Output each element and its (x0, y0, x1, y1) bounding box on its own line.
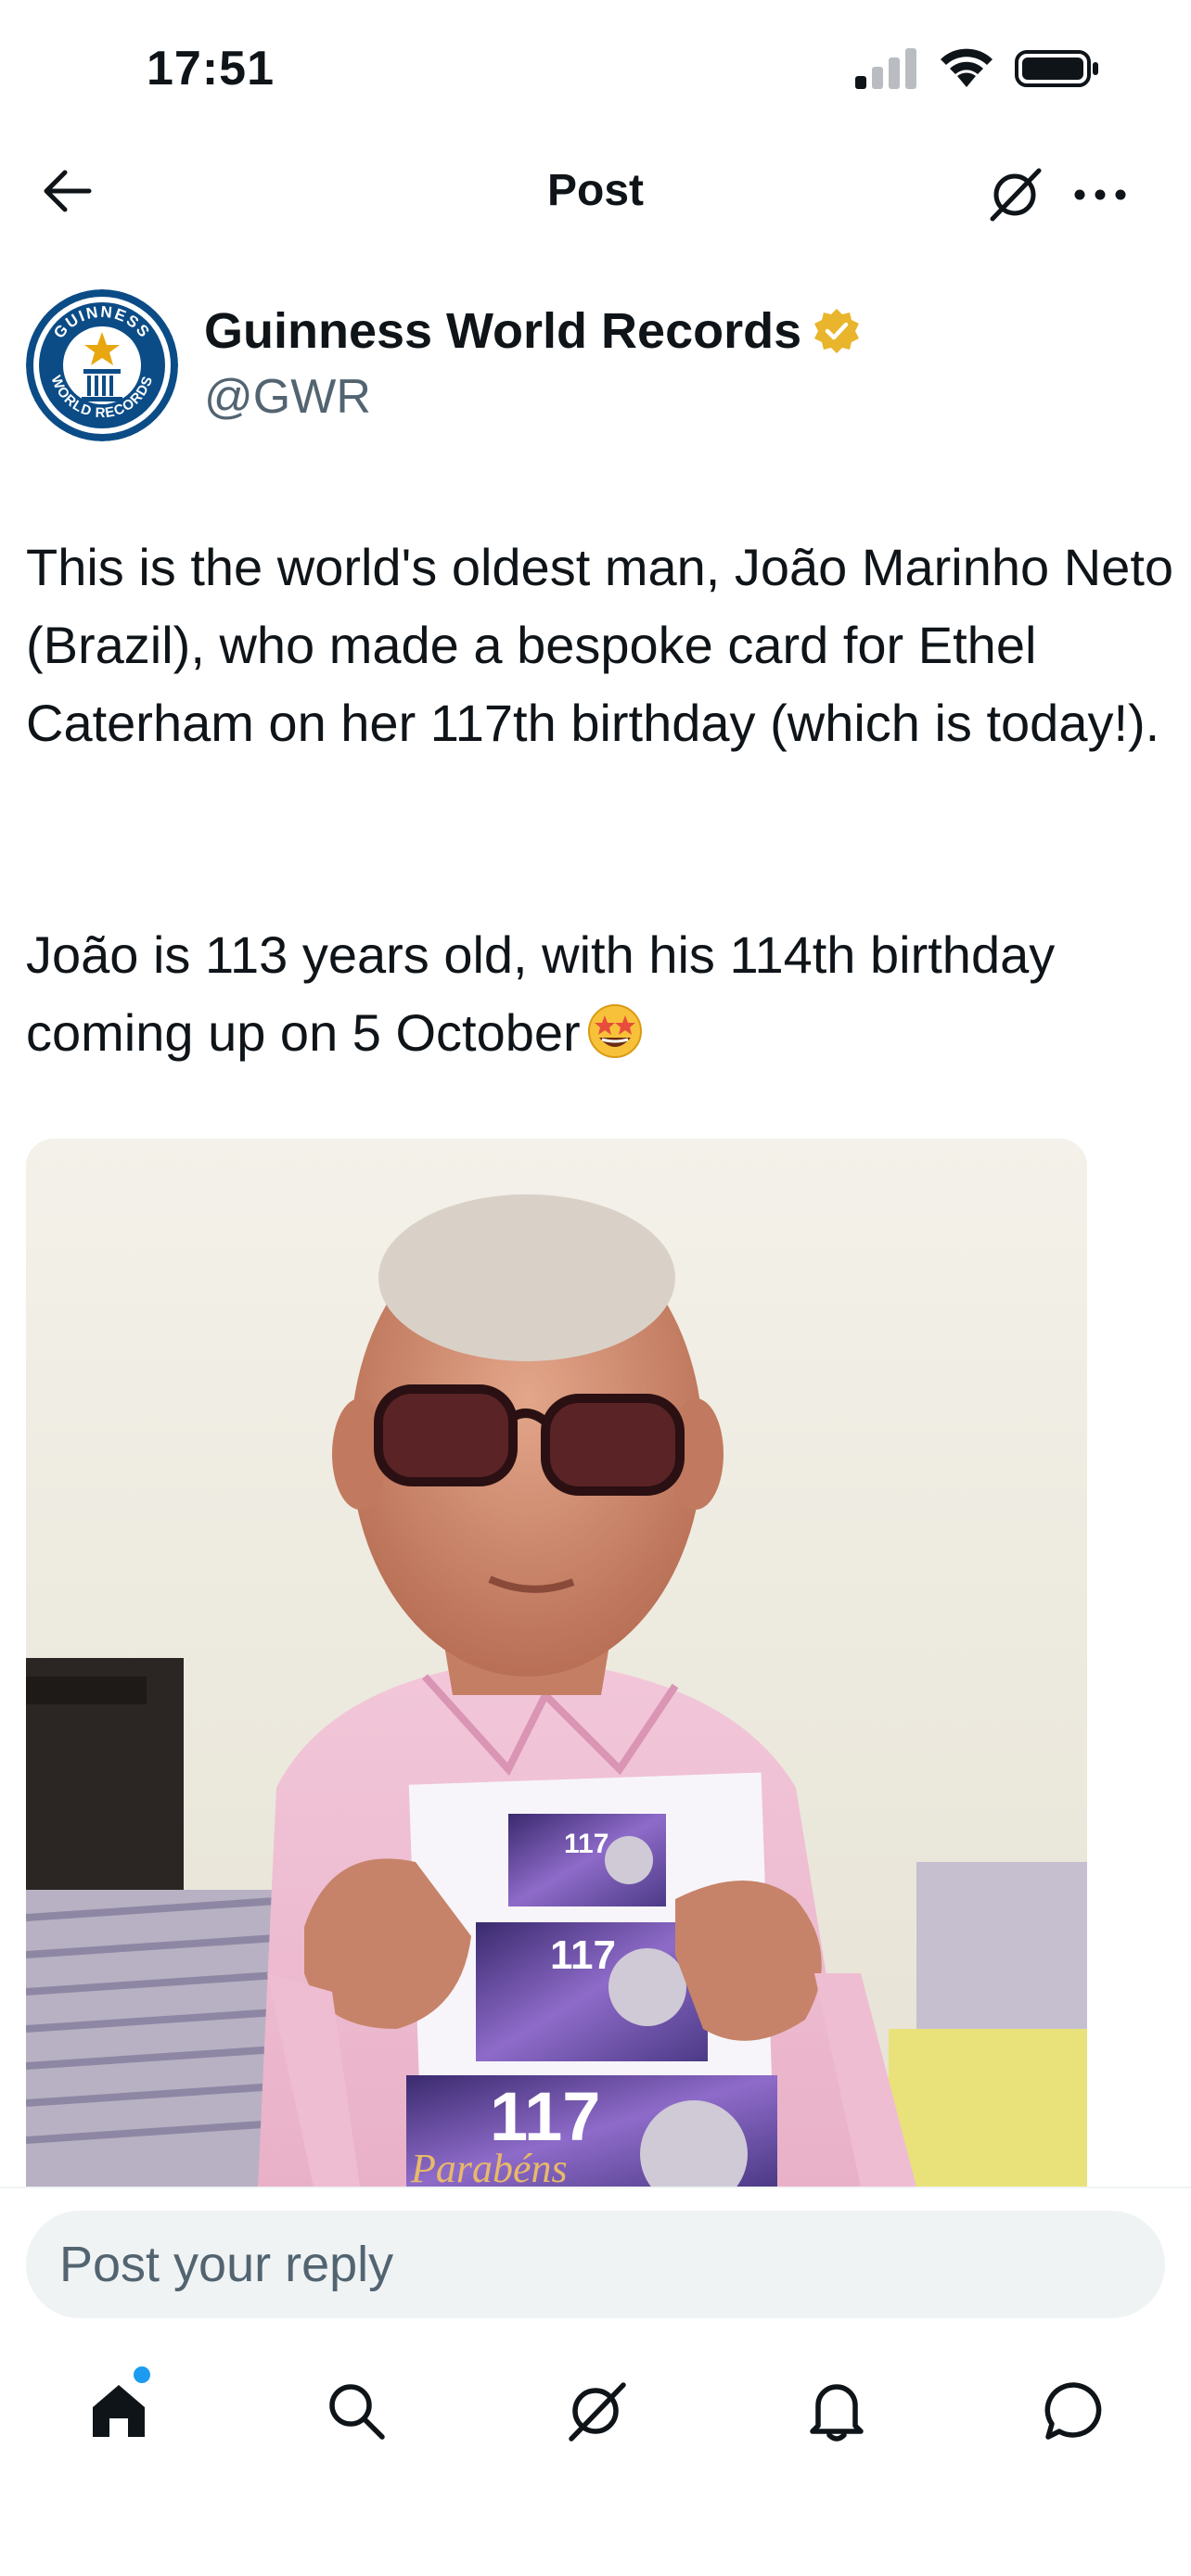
post-text-second-paragraph: João is 113 years old, with his 114th bi… (26, 916, 1176, 1072)
nav-grok[interactable] (551, 2366, 640, 2455)
guinness-logo-icon: GUINNESS WORLD RECORDS (26, 289, 178, 441)
wifi-icon (941, 48, 992, 87)
post-text: This is the world's oldest man, João Mar… (26, 538, 1174, 752)
svg-text:117: 117 (550, 1932, 616, 1978)
verified-badge-icon[interactable] (813, 307, 861, 355)
nav-search[interactable] (312, 2366, 401, 2455)
notifications-icon (810, 2384, 864, 2442)
post-text-line: João is 113 years old, with his 114th bi… (26, 925, 1056, 1062)
page-title: Post (546, 166, 644, 215)
search-icon (329, 2384, 385, 2440)
avatar[interactable]: GUINNESS WORLD RECORDS (26, 289, 178, 441)
star-struck-emoji-icon (587, 1004, 642, 1058)
back-button[interactable] (33, 158, 100, 224)
grok-icon (569, 2382, 626, 2442)
svg-text:117: 117 (490, 2078, 600, 2155)
grok-button[interactable] (980, 159, 1050, 230)
post-image[interactable]: 117 117 117 Parabéns (26, 1139, 1087, 2187)
grok-icon (990, 168, 1042, 222)
author-handle[interactable]: @GWR (204, 369, 371, 425)
home-notification-dot (134, 2366, 150, 2383)
more-horizontal-icon (1074, 189, 1126, 200)
more-options-button[interactable] (1065, 159, 1135, 230)
svg-text:117: 117 (564, 1829, 608, 1859)
nav-notifications[interactable] (792, 2366, 881, 2455)
arrow-left-icon (44, 170, 92, 212)
author-name[interactable]: Guinness World Records (204, 302, 801, 360)
nav-messages[interactable] (1030, 2366, 1119, 2455)
cellular-signal-icon (855, 48, 916, 89)
reply-input[interactable]: Post your reply (26, 2211, 1165, 2318)
photo-oldest-man-icon: 117 117 117 Parabéns (26, 1139, 1087, 2187)
home-icon (93, 2385, 145, 2437)
messages-icon (1044, 2382, 1102, 2440)
svg-text:Parabéns: Parabéns (410, 2146, 568, 2187)
author-name-row[interactable]: Guinness World Records (204, 302, 861, 360)
battery-icon (1015, 50, 1098, 87)
status-time: 17:51 (147, 42, 275, 96)
nav-home[interactable] (74, 2366, 163, 2455)
